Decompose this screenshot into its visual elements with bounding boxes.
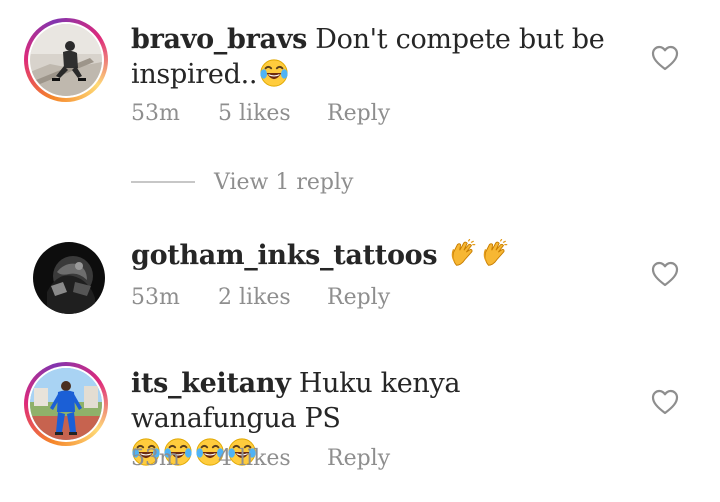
clapping-hands-emoji-icon [448,239,478,269]
view-replies-label: View 1 reply [214,170,354,195]
comment-text: gotham_inks_tattoos [131,238,631,273]
heart-outline-icon[interactable] [651,261,679,287]
avatar[interactable] [33,242,105,314]
comment-timestamp: 53m [131,446,180,471]
laughing-crying-emoji-icon [259,58,289,88]
avatar [30,368,102,440]
likes-count[interactable]: 2 likes [218,285,291,310]
comment-timestamp: 53m [131,285,180,310]
username-link[interactable]: its_keitany [131,368,291,399]
avatar-story-ring[interactable] [24,18,108,102]
username-link[interactable]: bravo_bravs [131,24,307,55]
divider-line [131,181,195,183]
clapping-hands-emoji-icon [480,239,510,269]
avatar [30,24,102,96]
avatar-story-ring[interactable] [24,362,108,446]
likes-count[interactable]: 4 likes [218,446,291,471]
comment-body: Don't compete but be [315,24,605,55]
reply-button[interactable]: Reply [327,285,390,310]
comment-text: bravo_bravs Don't compete but be inspire… [131,22,631,92]
username-link[interactable]: gotham_inks_tattoos [131,240,438,271]
view-replies-button[interactable]: View 1 reply [131,170,431,196]
reply-button[interactable]: Reply [327,446,390,471]
likes-count[interactable]: 5 likes [218,101,291,126]
comment-body-line2: inspired.. [131,59,258,90]
heart-outline-icon[interactable] [651,45,679,71]
comment-timestamp: 53m [131,101,180,126]
heart-outline-icon[interactable] [651,389,679,415]
reply-button[interactable]: Reply [327,101,390,126]
